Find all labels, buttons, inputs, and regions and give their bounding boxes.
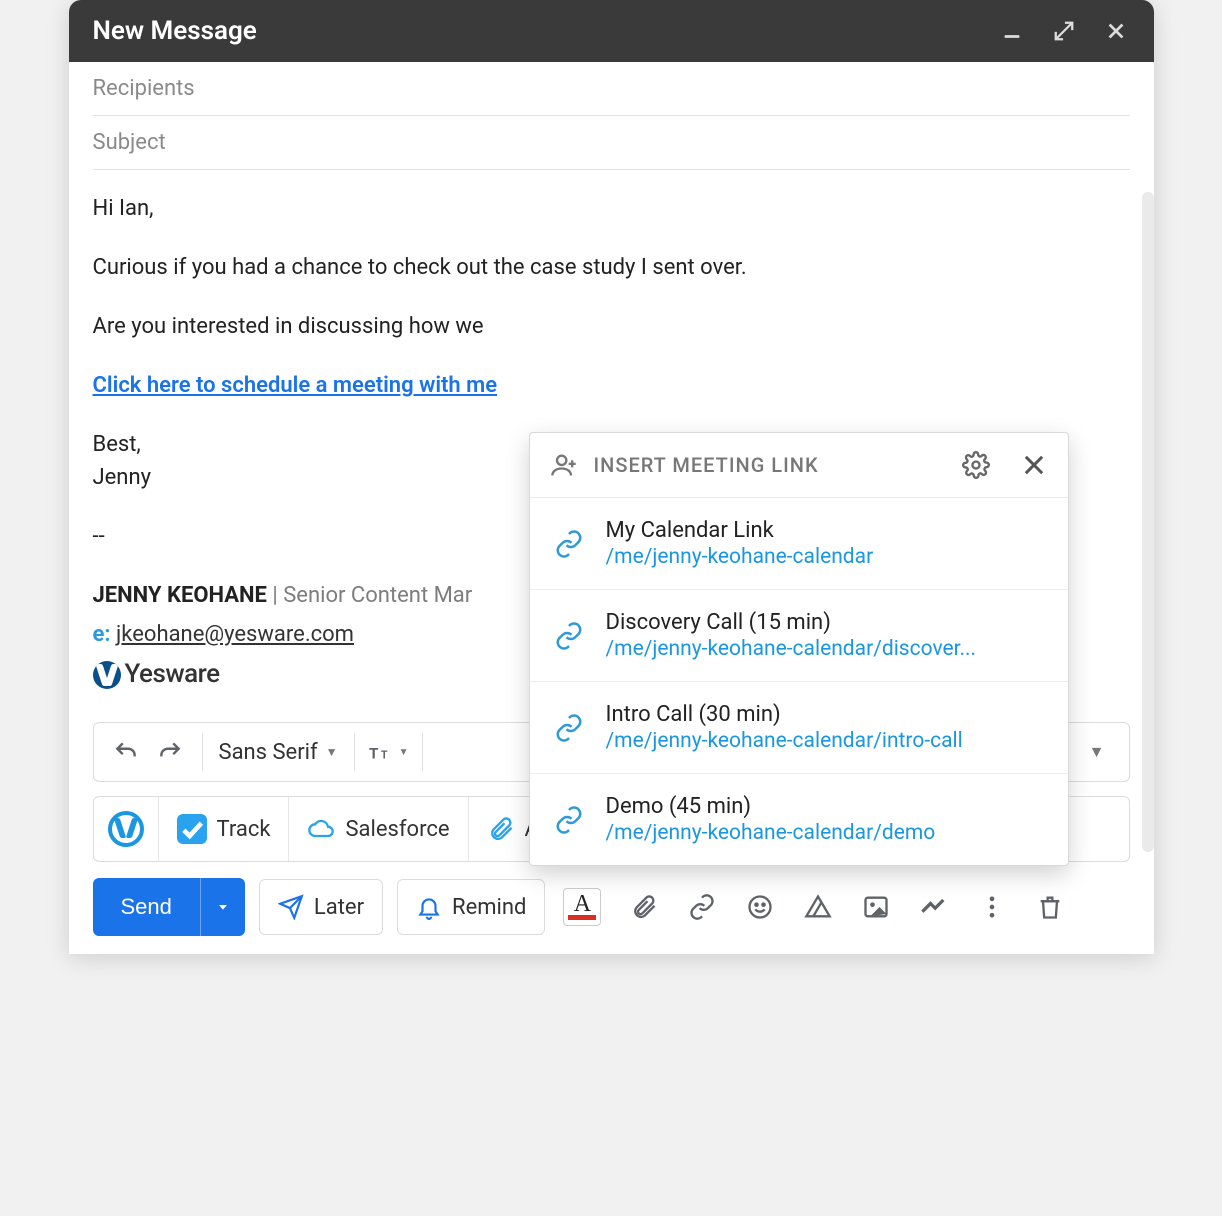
- insert-link-button[interactable]: [687, 892, 717, 922]
- remind-button[interactable]: Remind: [397, 879, 545, 935]
- yesware-menu-button[interactable]: [94, 797, 159, 861]
- font-name: Sans Serif: [219, 740, 318, 765]
- compose-content: Recipients Subject Hi Ian, Curious if yo…: [69, 62, 1154, 954]
- yesware-icon: [108, 811, 144, 847]
- popup-title: INSERT MEETING LINK: [594, 453, 819, 477]
- signature-title: Senior Content Mar: [283, 583, 472, 608]
- insert-emoji-button[interactable]: [745, 892, 775, 922]
- insert-drive-button[interactable]: [803, 892, 833, 922]
- meeting-link-name: Intro Call (30 min): [606, 702, 963, 727]
- send-group: Send: [93, 878, 245, 936]
- insert-photo-button[interactable]: [861, 892, 891, 922]
- recipients-field[interactable]: Recipients: [93, 62, 1130, 116]
- attach-file-button[interactable]: [629, 892, 659, 922]
- body-greeting: Hi Ian,: [93, 192, 1130, 225]
- send-toolbar: Send Later Remind A: [93, 878, 1130, 954]
- signature-name: JENNY KEOHANE: [93, 583, 267, 608]
- svg-text:T: T: [369, 745, 379, 763]
- checkbox-checked-icon: [177, 814, 207, 844]
- gear-icon[interactable]: [962, 451, 990, 479]
- yesware-mark-icon: [93, 661, 121, 689]
- send-button[interactable]: Send: [93, 878, 200, 936]
- remind-label: Remind: [452, 895, 526, 920]
- send-later-label: Later: [314, 895, 364, 920]
- font-size-button[interactable]: TT ▼: [365, 730, 413, 774]
- popup-header: INSERT MEETING LINK: [530, 433, 1068, 498]
- title-bar: New Message: [69, 0, 1154, 62]
- meeting-link-url: /me/jenny-keohane-calendar/demo: [606, 821, 936, 845]
- signature-email[interactable]: jkeohane@yesware.com: [116, 622, 354, 647]
- signature-email-label: e:: [93, 622, 117, 647]
- track-label: Track: [217, 817, 271, 842]
- meeting-link-name: Discovery Call (15 min): [606, 610, 977, 635]
- undo-button[interactable]: [104, 730, 148, 774]
- signature-title-sep: |: [267, 583, 283, 608]
- salesforce-label: Salesforce: [345, 817, 449, 842]
- schedule-link[interactable]: Click here to schedule a meeting with me: [93, 373, 498, 398]
- send-options-button[interactable]: [200, 878, 245, 936]
- confidential-mode-button[interactable]: [919, 892, 949, 922]
- close-button[interactable]: [1102, 17, 1130, 45]
- meeting-link-url: /me/jenny-keohane-calendar/discover...: [606, 637, 977, 661]
- link-icon: [554, 621, 584, 651]
- salesforce-button[interactable]: Salesforce: [289, 797, 468, 861]
- svg-text:T: T: [380, 749, 387, 762]
- meeting-link-name: My Calendar Link: [606, 518, 874, 543]
- link-icon: [554, 805, 584, 835]
- compose-window: New Message Recipients Subject Hi Ian, C…: [69, 0, 1154, 954]
- meeting-link-item[interactable]: My Calendar Link /me/jenny-keohane-calen…: [530, 498, 1068, 590]
- meeting-link-item[interactable]: Demo (45 min) /me/jenny-keohane-calendar…: [530, 774, 1068, 865]
- link-icon: [554, 713, 584, 743]
- meeting-link-name: Demo (45 min): [606, 794, 936, 819]
- text-color-button[interactable]: A: [563, 888, 601, 926]
- send-later-button[interactable]: Later: [259, 879, 383, 935]
- meeting-link-popup: INSERT MEETING LINK My Calendar Link /me…: [529, 432, 1069, 866]
- font-picker[interactable]: Sans Serif ▼: [213, 740, 344, 765]
- body-line2: Are you interested in discussing how we: [93, 310, 1130, 343]
- fullscreen-button[interactable]: [1050, 17, 1078, 45]
- window-title: New Message: [93, 16, 257, 46]
- chevron-down-icon: ▼: [399, 747, 409, 758]
- discard-draft-button[interactable]: [1035, 892, 1065, 922]
- minimize-button[interactable]: [998, 17, 1026, 45]
- redo-button[interactable]: [148, 730, 192, 774]
- yesware-wordmark: Yesware: [125, 655, 220, 694]
- meeting-link-item[interactable]: Intro Call (30 min) /me/jenny-keohane-ca…: [530, 682, 1068, 774]
- track-toggle[interactable]: Track: [159, 797, 290, 861]
- close-icon[interactable]: [1020, 451, 1048, 479]
- scrollbar[interactable]: [1142, 192, 1154, 852]
- body-line1: Curious if you had a chance to check out…: [93, 251, 1130, 284]
- format-more-button[interactable]: ▼: [1075, 742, 1119, 762]
- compose-icons: A: [563, 888, 1065, 926]
- meeting-link-item[interactable]: Discovery Call (15 min) /me/jenny-keohan…: [530, 590, 1068, 682]
- link-icon: [554, 529, 584, 559]
- chevron-down-icon: ▼: [326, 745, 338, 759]
- subject-field[interactable]: Subject: [93, 116, 1130, 170]
- more-options-button[interactable]: [977, 892, 1007, 922]
- person-add-icon: [550, 451, 578, 479]
- meeting-link-url: /me/jenny-keohane-calendar/intro-call: [606, 729, 963, 753]
- meeting-link-url: /me/jenny-keohane-calendar: [606, 545, 874, 569]
